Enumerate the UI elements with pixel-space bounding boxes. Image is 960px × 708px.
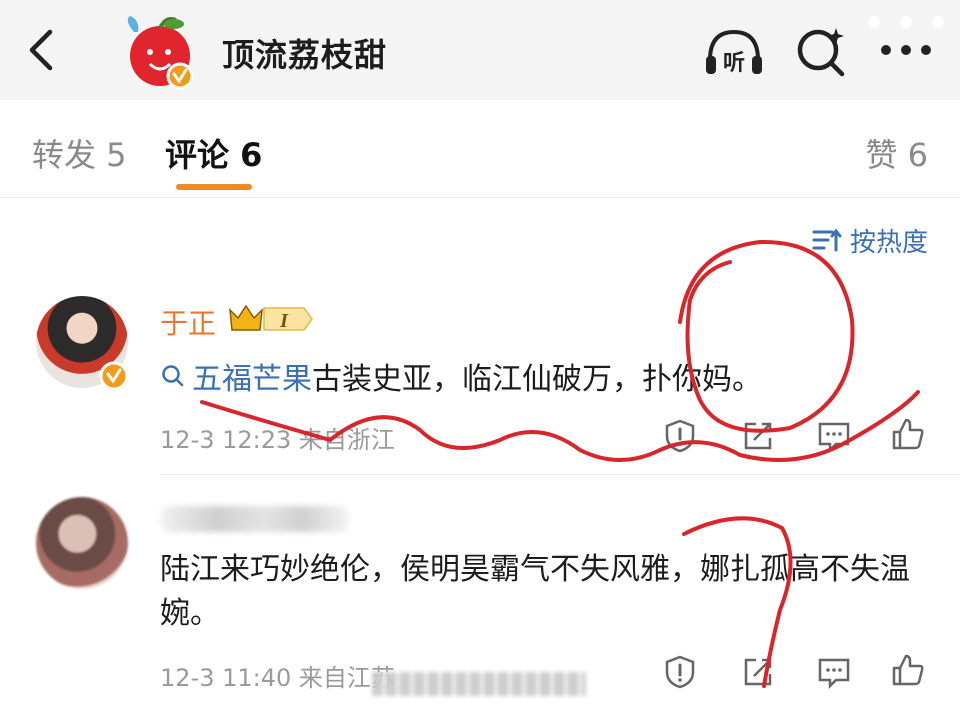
sort-label: 按热度 [849,228,928,258]
more-options-icon[interactable] [878,40,934,60]
tab-bar: 转发 5 评论 6 赞 6 [0,100,960,198]
watermark-overlay [372,672,586,696]
comment-meta: 12-3 11:40 来自江苏 [160,664,395,692]
share-icon[interactable] [740,418,776,454]
verified-badge-icon [99,361,129,391]
back-arrow-icon[interactable] [22,26,58,74]
comment-meta: 12-3 12:23 来自浙江 [160,426,395,454]
sort-icon [812,228,842,251]
commenter-name[interactable]: 于正 [160,302,216,342]
status-dots-icon [868,16,944,28]
top-bar: 顶流荔枝甜 听 [0,0,960,100]
tab-reposts[interactable]: 转发 5 [32,130,127,176]
active-tab-indicator [176,184,252,190]
page-title: 顶流荔枝甜 [222,36,388,74]
sort-button[interactable]: 按热度 [812,222,928,259]
search-icon[interactable] [792,22,850,80]
like-thumb-icon[interactable] [890,652,926,688]
listen-headphones-icon[interactable]: 听 [702,26,766,78]
reply-icon[interactable] [816,418,852,454]
comment-text: 五福芒果 古装史亚，临江仙破万，扑你妈。 [160,354,762,398]
comment-body: 陆江来巧妙绝伦，侯明昊霸气不失风雅，娜扎孤高不失温婉。 [160,552,910,631]
comment-body: 古装史亚，临江仙破万，扑你妈。 [312,362,762,397]
share-icon[interactable] [740,654,776,690]
tab-likes[interactable]: 赞 6 [865,130,928,176]
reply-icon[interactable] [816,654,852,690]
listen-label: 听 [723,51,745,76]
report-icon[interactable] [662,654,698,690]
topic-link[interactable]: 五福芒果 [192,354,312,398]
commenter-avatar[interactable] [36,497,128,589]
blurred-username [160,506,350,532]
report-icon[interactable] [662,418,698,454]
badge-level: I [279,310,289,332]
crown-level-badge-icon: I [229,304,313,332]
comment-divider [160,474,960,475]
header-avatar[interactable] [114,14,200,90]
tab-comments[interactable]: 评论 6 [165,130,262,176]
topic-search-icon [162,365,184,387]
like-thumb-icon[interactable] [890,416,926,452]
